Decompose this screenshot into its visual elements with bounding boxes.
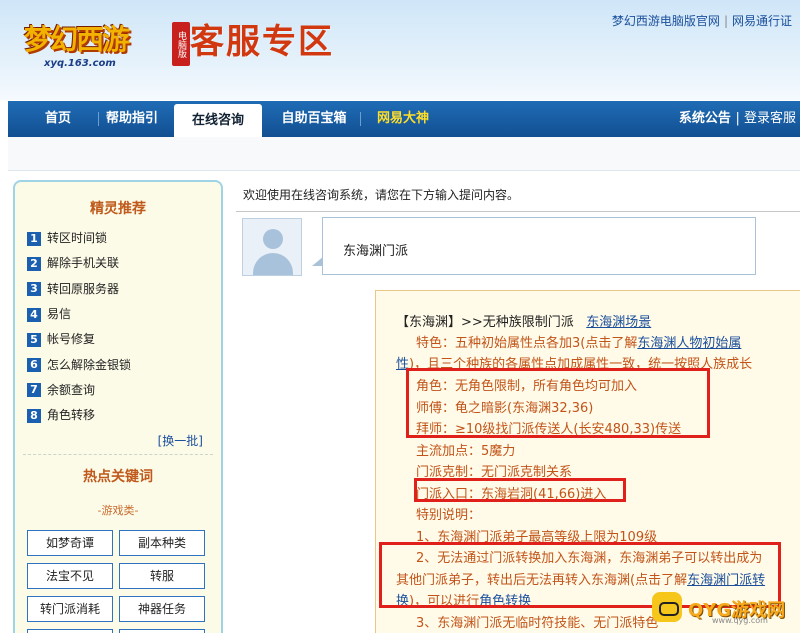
change-batch-link[interactable]: [换一批] (158, 432, 203, 449)
sidebar-item[interactable]: 3 转回原服务器 (27, 277, 217, 302)
nav-home[interactable]: 首页 (30, 101, 86, 137)
feature-line: 特色：五种初始属性点各加3(点击了解东海渊人物初始属 (416, 336, 742, 351)
highlight-box (406, 368, 710, 438)
sidebar: 精灵推荐 1 转区时间锁 2 解除手机关联 3 转回原服务器 4 易信 5 帐号修复 6怎… (13, 180, 223, 633)
nav-substrip (8, 137, 800, 171)
logo-edition: 电脑版 (172, 22, 190, 66)
official-site-link[interactable]: 梦幻西游电脑版官网 (612, 14, 720, 28)
passport-link[interactable]: 网易通行证 (732, 14, 792, 28)
keyword-button[interactable]: 如梦奇谭 (27, 530, 113, 556)
sidebar-title: 精灵推荐 (90, 201, 146, 217)
sidebar-item[interactable]: 5 帐号修复 (27, 327, 217, 352)
nav-login-service[interactable]: 登录客服 (744, 111, 796, 126)
user-avatar (242, 218, 302, 276)
nav-netease-dashen[interactable]: 网易大神 (366, 101, 440, 137)
answer-title-line: 【东海渊】>>无种族限制门派 东海渊场景 (396, 311, 651, 330)
sidebar-item[interactable]: 8 角色转移 (27, 403, 217, 428)
note-3: 3、东海渊门派无临时符技能、无门派特色 (416, 616, 659, 631)
gamepad-icon (652, 592, 682, 622)
page-title: 客服专区 (190, 22, 334, 62)
top-links: 梦幻西游电脑版官网 | 网易通行证 (611, 14, 792, 28)
hot-keywords-title: 热点关键词 (83, 469, 153, 485)
keyword-button[interactable]: 副本种类 (119, 530, 205, 556)
keyword-button[interactable]: 转服 (119, 563, 205, 589)
special-note-label: 特别说明： (416, 508, 482, 523)
keyword-button[interactable] (119, 629, 205, 633)
game-category-label: -游戏类- (97, 504, 139, 517)
main-points-line: 主流加点：5魔力 (416, 444, 516, 459)
sidebar-item[interactable]: 4 易信 (27, 302, 217, 327)
divider (23, 454, 213, 455)
nav-announcement[interactable]: 系统公告 (679, 111, 731, 126)
initial-attr-link[interactable]: 东海渊人物初始属 (637, 336, 741, 351)
site-header: 梦幻西游 电脑版 xyq.163.com 客服专区 梦幻西游电脑版官网 | 网易通行… (0, 0, 800, 100)
scene-link[interactable]: 东海渊场景 (586, 315, 651, 330)
watermark-sub: www.qyg.com (712, 616, 768, 625)
logo-domain: xyq.163.com (44, 58, 116, 69)
keyword-button[interactable]: 转门派消耗 (27, 596, 113, 622)
user-question-text: 东海渊门派 (343, 244, 409, 259)
watermark: QYG游戏网 www.qyg.com (650, 588, 800, 628)
logo-text: 梦幻西游 (24, 23, 130, 56)
highlight-box (414, 478, 626, 502)
main-nav: 首页 帮助指引 在线咨询 自助百宝箱 网易大神 系统公告 | 登录客服 (8, 101, 800, 137)
sidebar-item[interactable]: 2 解除手机关联 (27, 251, 217, 276)
welcome-text: 欢迎使用在线咨询系统，请您在下方输入提问内容。 (243, 188, 520, 202)
keyword-button[interactable] (27, 629, 113, 633)
keyword-button[interactable]: 法宝不见 (27, 563, 113, 589)
answer-title: 【东海渊】>>无种族限制门派 (396, 315, 574, 330)
user-question-bubble: 东海渊门派 (322, 217, 756, 275)
nav-self-service[interactable]: 自助百宝箱 (272, 101, 356, 137)
nav-online-consult[interactable]: 在线咨询 (174, 104, 262, 137)
nav-help[interactable]: 帮助指引 (100, 101, 164, 137)
sidebar-item[interactable]: 1 转区时间锁 (27, 226, 217, 251)
game-logo[interactable]: 梦幻西游 电脑版 xyq.163.com (10, 8, 190, 70)
sidebar-item[interactable]: 6 怎么解除金银锁 (27, 352, 217, 377)
recommend-list: 1 转区时间锁 2 解除手机关联 3 转回原服务器 4 易信 5 帐号修复 6 怎么解除金银… (27, 226, 217, 428)
sidebar-item[interactable]: 7 余额查询 (27, 378, 217, 403)
nav-right: 系统公告 | 登录客服 (678, 111, 796, 126)
keyword-button[interactable]: 神器任务 (119, 596, 205, 622)
divider (236, 211, 800, 212)
